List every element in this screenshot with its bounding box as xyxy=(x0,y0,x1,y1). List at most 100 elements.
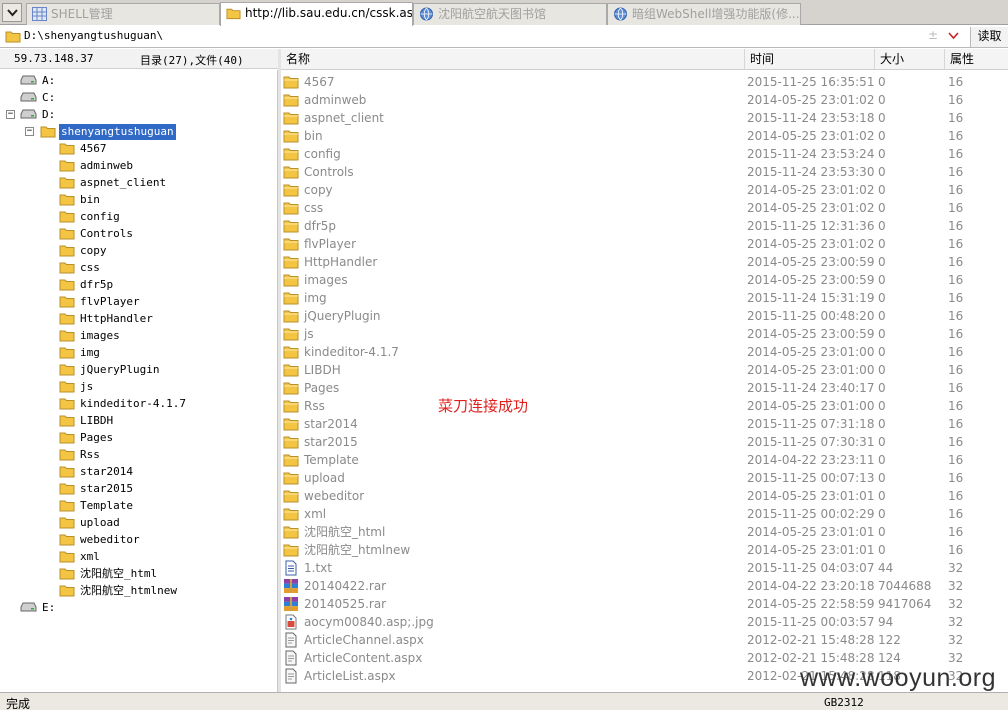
file-row[interactable]: star2014 2015-11-25 07:31:18 0 16 xyxy=(281,415,1008,433)
file-row[interactable]: ArticleChannel.aspx 2012-02-21 15:48:28 12… xyxy=(281,631,1008,649)
collapse-toggle[interactable]: − xyxy=(6,110,15,119)
info-line: 59.73.148.37 目录(27),文件(40) xyxy=(0,49,280,69)
file-row[interactable]: webeditor 2014-05-25 23:01:01 0 16 xyxy=(281,487,1008,505)
file-row[interactable]: config 2015-11-24 23:53:24 0 16 xyxy=(281,145,1008,163)
file-row[interactable]: 1.txt 2015-11-25 04:03:07 44 32 xyxy=(281,559,1008,577)
file-name: xml xyxy=(304,507,327,521)
read-button[interactable]: 读取 xyxy=(970,27,1008,47)
file-row[interactable]: aspnet_client 2015-11-24 23:53:18 0 16 xyxy=(281,109,1008,127)
file-row[interactable]: img 2015-11-24 15:31:19 0 16 xyxy=(281,289,1008,307)
file-row[interactable]: 20140422.rar 2014-04-22 23:20:18 7044688 32 xyxy=(281,577,1008,595)
folder-icon xyxy=(283,256,299,269)
file-time: 2015-11-24 23:53:18 xyxy=(747,111,875,125)
collapse-toggle[interactable]: − xyxy=(25,127,34,136)
file-row[interactable]: css 2014-05-25 23:01:02 0 16 xyxy=(281,199,1008,217)
file-time: 2014-05-25 23:01:02 xyxy=(747,93,875,107)
file-row[interactable]: star2015 2015-11-25 07:30:31 0 16 xyxy=(281,433,1008,451)
file-size: 0 xyxy=(878,129,886,143)
file-name: webeditor xyxy=(304,489,365,503)
file-row[interactable]: images 2014-05-25 23:00:59 0 16 xyxy=(281,271,1008,289)
folder-icon xyxy=(283,310,299,323)
tab-shell-manager[interactable]: SHELL管理 xyxy=(26,3,220,25)
file-name: js xyxy=(304,327,314,341)
file-row[interactable]: Controls 2015-11-24 23:53:30 0 16 xyxy=(281,163,1008,181)
file-row[interactable]: 20140525.rar 2014-05-25 22:58:59 9417064 32 xyxy=(281,595,1008,613)
file-time: 2015-11-24 23:53:24 xyxy=(747,147,875,161)
folder-icon xyxy=(283,274,299,287)
file-size: 0 xyxy=(878,489,886,503)
file-row[interactable]: adminweb 2014-05-25 23:01:02 0 16 xyxy=(281,91,1008,109)
file-name: css xyxy=(304,201,324,215)
tree-label: webeditor xyxy=(80,533,140,546)
folder-icon xyxy=(283,436,299,449)
file-size: 0 xyxy=(878,399,886,413)
file-size: 7044688 xyxy=(878,579,932,593)
file-size: 0 xyxy=(878,381,886,395)
file-size: 0 xyxy=(878,345,886,359)
file-row[interactable]: LIBDH 2014-05-25 23:01:00 0 16 xyxy=(281,361,1008,379)
folder-icon xyxy=(59,398,75,410)
tree-label: images xyxy=(80,329,120,342)
folder-icon xyxy=(59,279,75,291)
file-row[interactable]: Rss 2014-05-25 23:01:00 0 16 xyxy=(281,397,1008,415)
tree-label: HttpHandler xyxy=(80,312,153,325)
rar-archive-icon xyxy=(284,597,298,611)
file-row[interactable]: xml 2015-11-25 00:02:29 0 16 xyxy=(281,505,1008,523)
file-attr: 32 xyxy=(948,579,964,593)
rar-archive-icon xyxy=(284,579,298,593)
file-row[interactable]: Pages 2015-11-24 23:40:17 0 16 xyxy=(281,379,1008,397)
tab-webshell[interactable]: 暗组WebShell增强功能版(修... xyxy=(607,3,801,25)
file-size: 0 xyxy=(878,471,886,485)
file-list: 4567 2015-11-25 16:35:51 0 16 adminweb 2014-0… xyxy=(281,71,1008,692)
file-row[interactable]: 沈阳航空_html 2014-05-25 23:01:01 0 16 xyxy=(281,523,1008,541)
file-size: 0 xyxy=(878,363,886,377)
tree-label: aspnet_client xyxy=(80,176,167,189)
grid-icon xyxy=(32,7,47,21)
file-row[interactable]: flvPlayer 2014-05-25 23:01:02 0 16 xyxy=(281,235,1008,253)
folder-icon xyxy=(283,130,299,143)
text-file-icon xyxy=(285,560,297,576)
folder-icon xyxy=(59,381,75,393)
file-row[interactable]: dfr5p 2015-11-25 12:31:36 0 16 xyxy=(281,217,1008,235)
file-time: 2014-05-25 23:01:02 xyxy=(747,183,875,197)
file-row[interactable]: Template 2014-04-22 23:23:11 0 16 xyxy=(281,451,1008,469)
file-row[interactable]: aocym00840.asp;.jpg 2015-11-25 00:03:57 94… xyxy=(281,613,1008,631)
file-size: 0 xyxy=(878,165,886,179)
file-row[interactable]: 沈阳航空_htmlnew 2014-05-25 23:01:01 0 16 xyxy=(281,541,1008,559)
file-size: 0 xyxy=(878,309,886,323)
file-row[interactable]: copy 2014-05-25 23:01:02 0 16 xyxy=(281,181,1008,199)
column-header-name[interactable]: 名称 xyxy=(281,49,745,70)
column-header-time[interactable]: 时间 xyxy=(745,49,875,70)
folder-icon xyxy=(283,148,299,161)
tab-library-site[interactable]: 沈阳航空航天图书馆 xyxy=(413,3,607,25)
column-header-size[interactable]: 大小 xyxy=(875,49,945,70)
file-time: 2014-05-25 23:01:02 xyxy=(747,237,875,251)
file-row[interactable]: js 2014-05-25 23:00:59 0 16 xyxy=(281,325,1008,343)
file-row[interactable]: 4567 2015-11-25 16:35:51 0 16 xyxy=(281,73,1008,91)
file-attr: 16 xyxy=(948,417,964,431)
file-row[interactable]: upload 2015-11-25 00:07:13 0 16 xyxy=(281,469,1008,487)
file-size: 0 xyxy=(878,435,886,449)
file-name: ArticleContent.aspx xyxy=(304,651,423,665)
file-name: flvPlayer xyxy=(304,237,357,251)
file-time: 2014-05-25 23:01:01 xyxy=(747,489,875,503)
file-attr: 16 xyxy=(948,129,964,143)
folder-icon xyxy=(283,112,299,125)
tree-label: dfr5p xyxy=(80,278,114,291)
encoding-indicator[interactable]: GB2312 xyxy=(824,696,864,709)
tab-menu-button[interactable] xyxy=(2,3,22,22)
path-dropdown[interactable]: ± xyxy=(928,28,964,46)
file-attr: 16 xyxy=(948,165,964,179)
file-row[interactable]: HttpHandler 2014-05-25 23:00:59 0 16 xyxy=(281,253,1008,271)
tree-label: flvPlayer xyxy=(80,295,140,308)
tree-label: 沈阳航空_html xyxy=(80,567,158,580)
folder-icon xyxy=(59,568,75,580)
folder-icon xyxy=(283,292,299,305)
file-attr: 16 xyxy=(948,75,964,89)
tab-current-site[interactable]: http://lib.sau.edu.cn/cssk.asp;jpg xyxy=(220,2,413,26)
file-row[interactable]: jQueryPlugin 2015-11-25 00:48:20 0 16 xyxy=(281,307,1008,325)
path-input[interactable]: D:\shenyangtushuguan\ xyxy=(24,29,163,42)
column-header-attr[interactable]: 属性 xyxy=(945,49,1008,70)
file-row[interactable]: kindeditor-4.1.7 2014-05-25 23:01:00 0 16 xyxy=(281,343,1008,361)
file-row[interactable]: bin 2014-05-25 23:01:02 0 16 xyxy=(281,127,1008,145)
